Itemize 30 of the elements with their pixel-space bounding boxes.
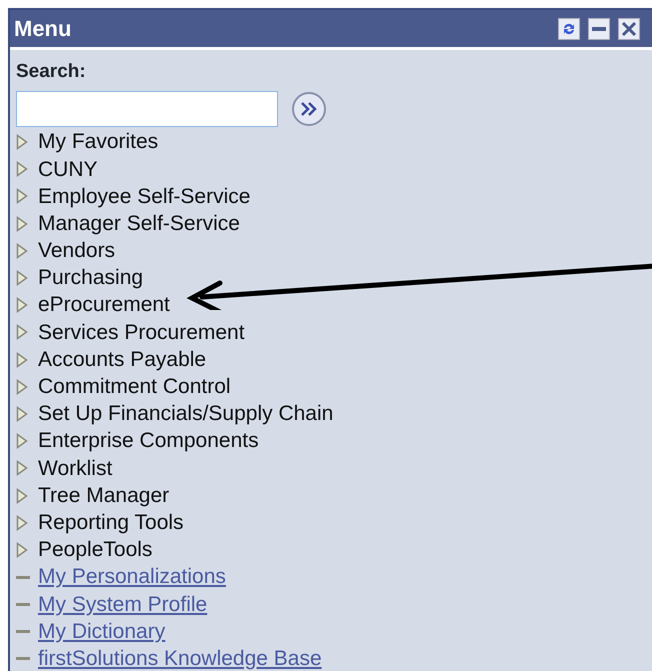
triangle-icon — [16, 134, 28, 150]
dash-icon — [16, 657, 30, 660]
triangle-icon — [16, 460, 28, 476]
dash-icon — [16, 576, 30, 579]
triangle-icon — [16, 406, 28, 422]
triangle-icon — [16, 542, 28, 558]
minimize-icon — [592, 26, 606, 30]
triangle-icon — [16, 433, 28, 450]
triangle-icon — [16, 488, 28, 504]
triangle-icon — [16, 270, 28, 286]
triangle-icon — [16, 188, 28, 204]
refresh-button[interactable] — [558, 18, 580, 40]
search-label: Search: — [16, 60, 87, 84]
search-go-button[interactable] — [292, 92, 326, 126]
dash-icon — [16, 602, 30, 606]
triangle-icon — [16, 514, 28, 531]
minimize-button[interactable] — [588, 18, 610, 40]
triangle-icon — [16, 378, 28, 395]
triangle-icon — [16, 161, 28, 178]
search-field[interactable] — [16, 90, 278, 126]
close-icon — [621, 20, 637, 36]
triangle-icon — [16, 216, 28, 232]
close-button[interactable] — [618, 18, 640, 40]
window-title: Menu — [14, 15, 72, 43]
dash-icon — [16, 630, 30, 633]
triangle-icon — [16, 242, 28, 259]
triangle-icon — [16, 324, 28, 340]
double-chevron-icon — [300, 102, 318, 116]
triangle-icon — [16, 297, 28, 314]
triangle-icon — [16, 352, 28, 368]
